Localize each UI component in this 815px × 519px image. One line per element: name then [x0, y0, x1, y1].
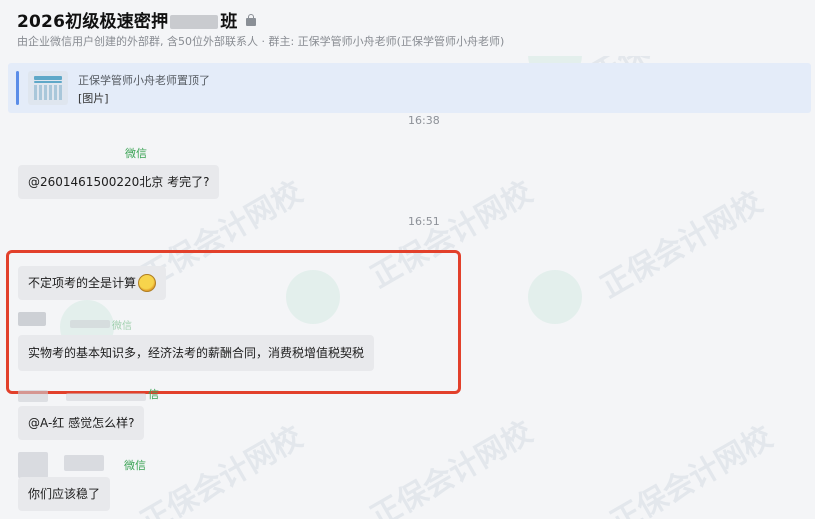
group-title-right: 班	[220, 12, 238, 32]
message-bubble[interactable]: @A-红 感觉怎么样?	[18, 406, 145, 440]
watermark-text: 正保会计网校	[365, 414, 539, 519]
sender-name: 微信	[125, 147, 147, 160]
watermark-logo	[528, 270, 582, 324]
timestamp: 16:51	[408, 215, 440, 228]
redacted-sender	[18, 452, 48, 478]
highlight-box	[6, 250, 461, 394]
pinned-message[interactable]: 正保学管师小舟老师置顶了 [图片]	[8, 63, 811, 113]
title-row: 2026初级极速密押 班	[17, 7, 256, 32]
redacted-sender	[18, 390, 48, 402]
redacted-mask	[170, 15, 219, 29]
watermark-text: 正保会计网校	[605, 419, 779, 519]
group-title[interactable]: 2026初级极速密押 班	[17, 7, 238, 32]
pinned-accent-bar	[16, 71, 19, 105]
redacted-sender	[66, 393, 146, 401]
group-title-left: 2026初级极速密押	[17, 12, 169, 32]
timestamp: 16:38	[408, 114, 440, 127]
sender-name: 微信	[124, 459, 146, 472]
pinned-content: [图片]	[78, 92, 109, 105]
lock-icon	[245, 13, 256, 26]
group-subtitle: 由企业微信用户创建的外部群, 含50位外部联系人 · 群主: 正保学管师小舟老师…	[17, 35, 505, 48]
sender-name: 信	[148, 388, 159, 401]
chat-header: 2026初级极速密押 班 由企业微信用户创建的外部群, 含50位外部联系人 · 群…	[0, 0, 815, 56]
watermark-text: 正保会计网校	[135, 419, 309, 519]
message-bubble[interactable]: 你们应该稳了	[18, 477, 111, 511]
pinned-by: 正保学管师小舟老师置顶了	[78, 74, 210, 87]
watermark-text: 正保会计网校	[595, 184, 769, 306]
message-bubble[interactable]: @2601461500220北京 考完了?	[18, 165, 220, 199]
redacted-sender	[64, 455, 104, 471]
pinned-image-thumbnail[interactable]	[28, 71, 68, 105]
